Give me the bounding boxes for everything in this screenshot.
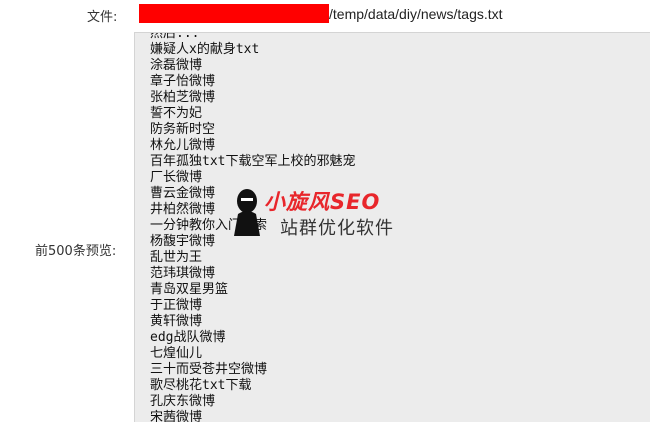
preview-line: 杨馥宇微博 [150,234,216,249]
file-preview-panel: 文件: /temp/data/diy/news/tags.txt 前500条预览… [0,0,650,422]
preview-line: 井柏然微博 [150,202,216,217]
preview-line: 涂磊微博 [150,58,203,73]
preview-line: 范玮琪微博 [150,266,216,281]
preview-lines: 然后... 嫌疑人x的献身txt 涂磊微博 章子怡微博 张柏芝微博 誓不为妃 防务新时空 林允… [150,32,356,422]
preview-textarea[interactable]: 然后... 嫌疑人x的献身txt 涂磊微博 章子怡微博 张柏芝微博 誓不为妃 防务新时空 林允… [134,32,650,422]
preview-line: 嫌疑人x的献身txt [150,42,260,57]
preview-label: 前500条预览: [35,244,117,259]
preview-line: 七煌仙儿 [150,346,203,361]
preview-line: 于正微博 [150,298,203,313]
preview-line: 百年孤独txt下载空军上校的邪魅宠 [150,154,356,169]
preview-line: 黄轩微博 [150,314,203,329]
preview-line: 誓不为妃 [150,106,203,121]
preview-line: 防务新时空 [150,122,216,137]
preview-line: 孔庆东微博 [150,394,216,409]
preview-line: edg战队微博 [150,330,226,345]
preview-line: 一分钟教你入门搜索 [150,218,268,233]
preview-line: 青岛双星男篮 [150,282,229,297]
preview-line: 厂长微博 [150,170,203,185]
file-path: /temp/data/diy/news/tags.txt [329,6,503,22]
preview-line: 章子怡微博 [150,74,216,89]
preview-line: 林允儿微博 [150,138,216,153]
preview-line: 宋茜微博 [150,410,203,422]
preview-line: 张柏芝微博 [150,90,216,105]
preview-line: 三十而受苍井空微博 [150,362,268,377]
redacted-path-block [139,4,329,23]
preview-line: 曹云金微博 [150,186,216,201]
preview-line: 然后... [150,32,200,41]
preview-line: 乱世为王 [150,250,203,265]
preview-line: 歌尽桃花txt下载 [150,378,252,393]
file-label: 文件: [87,10,118,25]
